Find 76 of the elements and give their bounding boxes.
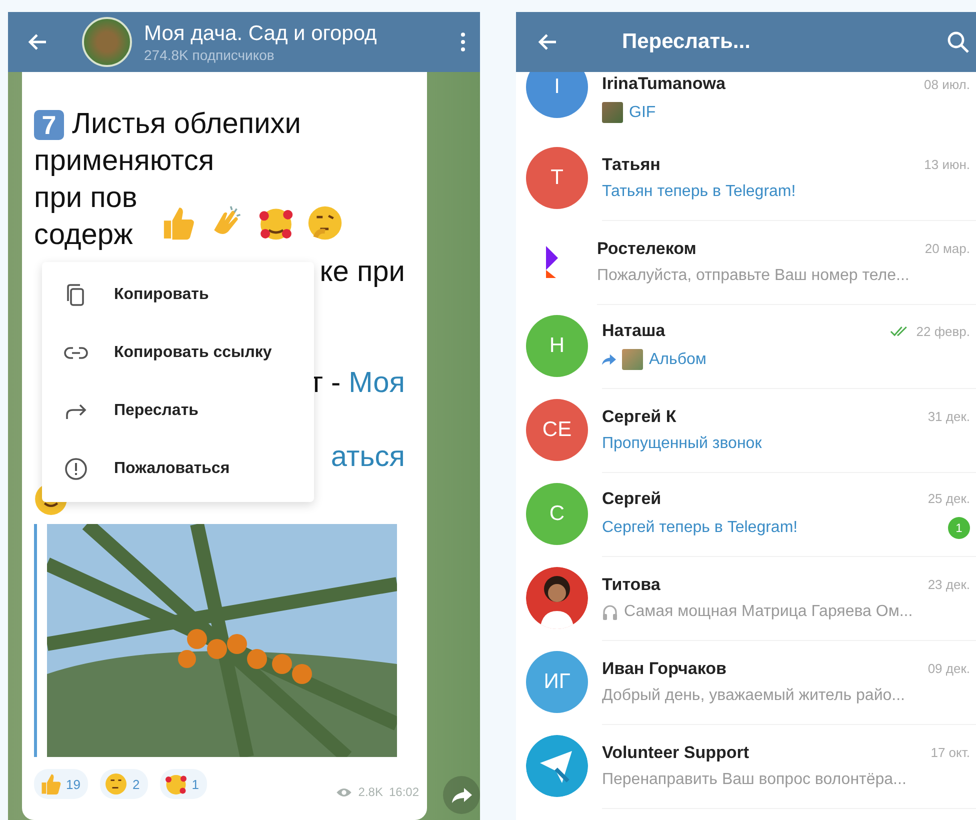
hearts-emoji-icon xyxy=(164,772,188,796)
avatar: CE xyxy=(526,399,588,461)
chat-name: Наташа xyxy=(602,321,666,341)
chat-date: 23 дек. xyxy=(928,577,970,592)
logo-icon xyxy=(546,246,558,278)
message-preview: Пожалуйста, отправьте Ваш номер теле... xyxy=(597,266,910,284)
subscriber-count: 274.8K подписчиков xyxy=(144,47,276,63)
avatar: H xyxy=(526,315,588,377)
menu-item[interactable]: Переслать xyxy=(42,382,314,440)
message-link[interactable]: Моя xyxy=(348,367,405,400)
message-text: содерж xyxy=(34,219,133,252)
chat-item[interactable]: Volunteer Support 17 окт. Перенаправить Ваш вопрос волонтёра... xyxy=(516,724,976,808)
share-arrow-icon xyxy=(452,788,472,802)
message-text: ке при xyxy=(320,256,405,289)
media-thumbnail xyxy=(602,102,623,123)
avatar: ИГ xyxy=(526,651,588,713)
number-badge: 7 xyxy=(34,110,64,140)
message-heading: Листья облепихи xyxy=(72,108,301,141)
exclamation-icon xyxy=(64,457,88,481)
chat-name: IrinaTumanowa xyxy=(602,74,726,94)
chat-date: 20 мар. xyxy=(924,241,970,256)
message-preview: Альбом xyxy=(649,350,706,368)
chat-date: 17 окт. xyxy=(930,745,970,760)
chat-item[interactable]: H Наташа 22 февр. Альбом xyxy=(516,304,976,388)
thinking-emoji-icon[interactable] xyxy=(306,204,344,242)
chat-item[interactable]: CE Сергей К 31 дек. Пропущенный звонок xyxy=(516,388,976,472)
menu-item[interactable]: Копировать ссылку xyxy=(42,324,314,382)
chat-item[interactable]: ИГ Иван Горчаков 09 дек. Добрый день, уважаемый житель райо... xyxy=(516,640,976,724)
message-preview: GIF xyxy=(629,104,656,122)
message-preview: Пропущенный звонок xyxy=(602,434,762,452)
chat-name: Татьян xyxy=(602,154,660,174)
message-text: при пов xyxy=(34,182,138,215)
message-text: применяются xyxy=(34,145,214,178)
message-preview: Перенаправить Ваш вопрос волонтёра... xyxy=(602,770,906,788)
screen-title: Переслать... xyxy=(622,30,752,54)
view-count: 2.8K xyxy=(358,785,383,799)
headphones-icon xyxy=(602,604,618,620)
menu-item[interactable]: Пожаловаться xyxy=(42,440,314,498)
photo-placeholder[interactable] xyxy=(47,524,397,757)
chat-item[interactable]: C Сергей 25 дек. Сергей теперь в Telegram! 1 xyxy=(516,472,976,556)
message-preview: Добрый день, уважаемый житель райо... xyxy=(602,686,905,704)
chat-name: Титова xyxy=(602,574,660,594)
chat-item[interactable]: Титова 23 дек. Самая мощная Матрица Гаряева Ом... xyxy=(516,556,976,640)
message-preview: Сергей теперь в Telegram! xyxy=(602,518,798,536)
chat-date: 31 дек. xyxy=(928,409,970,424)
message-time: 16:02 xyxy=(388,785,419,799)
chat-name: Иван Горчаков xyxy=(602,658,726,678)
unread-badge: 1 xyxy=(948,516,970,538)
media-thumbnail xyxy=(622,349,643,370)
avatar: C xyxy=(526,483,588,545)
chat-name: Сергей К xyxy=(602,406,676,426)
avatar: T xyxy=(526,147,588,209)
chat-name: Volunteer Support xyxy=(602,742,750,762)
chat-item[interactable]: I IrinaTumanowa 08 июл. GIF xyxy=(516,72,976,136)
chat-date: 09 дек. xyxy=(928,661,970,676)
message-preview: Татьян теперь в Telegram! xyxy=(602,182,796,200)
chat-name: Ростелеком xyxy=(597,238,696,258)
thinking-emoji-icon xyxy=(104,772,128,796)
more-icon[interactable] xyxy=(460,31,466,53)
menu-item[interactable]: Копировать xyxy=(42,266,314,324)
chat-date: 25 дек. xyxy=(928,491,970,506)
forward-arrow-icon xyxy=(602,354,616,365)
search-icon[interactable] xyxy=(946,30,970,54)
avatar: I xyxy=(526,72,588,118)
chat-date: 13 июн. xyxy=(924,157,970,172)
message-preview: Самая мощная Матрица Гаряева Ом... xyxy=(624,602,913,620)
channel-avatar[interactable] xyxy=(82,17,132,67)
chat-date: 22 февр. xyxy=(916,324,970,338)
chat-date: 08 июл. xyxy=(924,76,970,92)
chat-item[interactable]: T Татьян 13 июн. Татьян теперь в Telegram! xyxy=(516,136,976,220)
share-button[interactable] xyxy=(443,776,480,814)
chat-item[interactable]: Ростелеком 20 мар. Пожалуйста, отправьте Ваш номер теле... xyxy=(516,220,976,304)
chat-name: Сергей xyxy=(602,488,662,508)
message-link[interactable]: аться xyxy=(330,441,405,474)
views-icon xyxy=(336,786,352,798)
channel-title: Моя дача. Сад и огород xyxy=(144,21,378,47)
